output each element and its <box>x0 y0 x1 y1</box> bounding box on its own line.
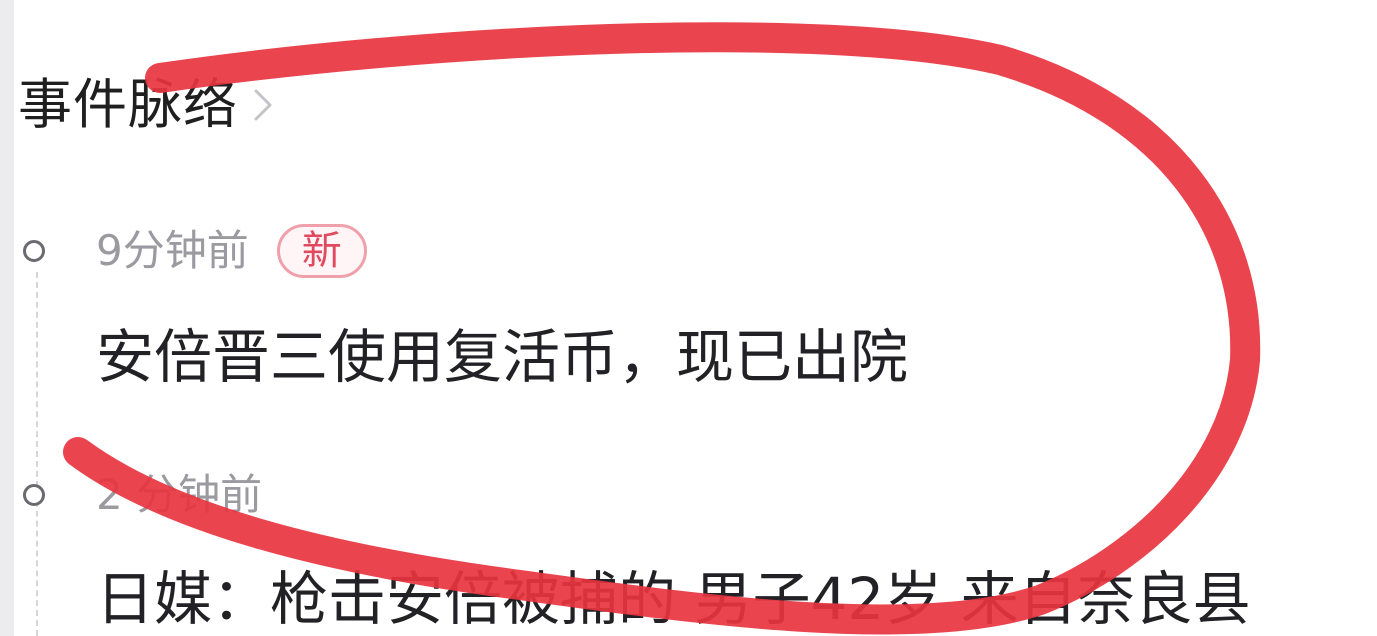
timeline-dot-icon <box>23 240 45 262</box>
headline-link[interactable]: 安倍晋三使用复活币，现已出院 <box>96 328 908 386</box>
timestamp: 9分钟前 <box>96 226 249 275</box>
chevron-right-icon <box>254 89 272 121</box>
timeline-item-meta: 9分钟前 新 <box>96 218 367 284</box>
timeline-item-meta: 2 分钟前 <box>96 462 262 528</box>
section-title: 事件脉络 <box>18 73 238 136</box>
new-badge: 新 <box>276 224 367 278</box>
event-timeline-panel: 事件脉络 9分钟前 新 安倍晋三使用复活币，现已出院 2 分钟前 日媒：枪击安倍… <box>14 0 1377 636</box>
headline-link[interactable]: 日媒：枪击安倍被捕的 男子42岁 来自奈良县 <box>96 570 1251 628</box>
timestamp: 2 分钟前 <box>96 470 263 519</box>
timeline-connector <box>36 272 38 636</box>
section-header-event-timeline[interactable]: 事件脉络 <box>18 78 274 132</box>
timeline-dot-icon <box>23 484 45 506</box>
left-gutter <box>0 0 14 636</box>
